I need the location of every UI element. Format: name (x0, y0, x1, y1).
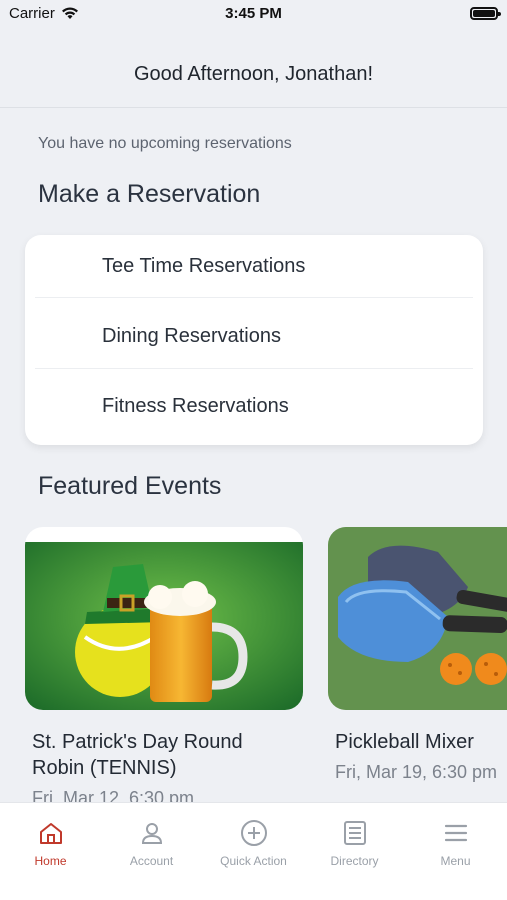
reservation-options-card: Tee Time Reservations Dining Reservation… (25, 235, 483, 445)
account-icon (141, 823, 162, 844)
st-patricks-event-image (25, 542, 303, 710)
header: Good Afternoon, Jonathan! (0, 30, 507, 108)
tab-label: Menu (440, 854, 471, 868)
event-card-st-patricks[interactable] (25, 527, 303, 710)
fitness-reservations-label: Fitness Reservations (102, 395, 289, 417)
make-reservation-heading: Make a Reservation (38, 180, 261, 208)
directory-icon (343, 821, 366, 845)
event-title-pickleball[interactable]: Pickleball Mixer (335, 729, 474, 755)
home-icon (39, 823, 62, 844)
no-upcoming-message: You have no upcoming reservations (38, 135, 292, 152)
battery-icon (470, 7, 501, 20)
menu-icon (444, 824, 467, 842)
tee-time-reservations-label: Tee Time Reservations (102, 255, 306, 277)
tee-time-reservations-item[interactable]: Tee Time Reservations (25, 235, 483, 305)
tab-home[interactable]: Home (0, 821, 101, 868)
divider (35, 368, 473, 369)
plus-circle-icon (240, 820, 267, 846)
event-date-pickleball: Fri, Mar 19, 6:30 pm (335, 762, 498, 782)
event-card-pickleball[interactable] (328, 527, 507, 710)
tab-menu[interactable]: Menu (405, 821, 506, 868)
tab-label: Quick Action (220, 854, 287, 868)
pickleball-event-image (328, 527, 507, 710)
event-title-line: Pickleball Mixer (335, 731, 474, 753)
greeting-title: Good Afternoon, Jonathan! (133, 63, 374, 85)
tab-label: Home (34, 854, 67, 868)
featured-events-heading: Featured Events (38, 472, 222, 500)
event-title-st-patricks[interactable]: St. Patrick's Day Round Robin (TENNIS) (32, 729, 243, 781)
tab-label: Account (129, 854, 174, 868)
tab-directory[interactable]: Directory (304, 821, 405, 868)
dining-reservations-label: Dining Reservations (102, 325, 281, 347)
divider (35, 297, 473, 298)
fitness-reservations-item[interactable]: Fitness Reservations (25, 375, 483, 445)
status-bar: Carrier 3:45 PM (0, 0, 507, 30)
dining-reservations-item[interactable]: Dining Reservations (25, 305, 483, 375)
tab-account[interactable]: Account (101, 821, 202, 868)
clock: 3:45 PM (225, 5, 282, 22)
tab-quick-action[interactable]: Quick Action (203, 820, 304, 868)
tab-bar: Home Account Quick Action Directory Menu (0, 802, 507, 900)
tab-label: Directory (330, 854, 379, 868)
event-title-line: St. Patrick's Day Round (32, 731, 243, 753)
event-title-line: Robin (TENNIS) (32, 757, 177, 779)
